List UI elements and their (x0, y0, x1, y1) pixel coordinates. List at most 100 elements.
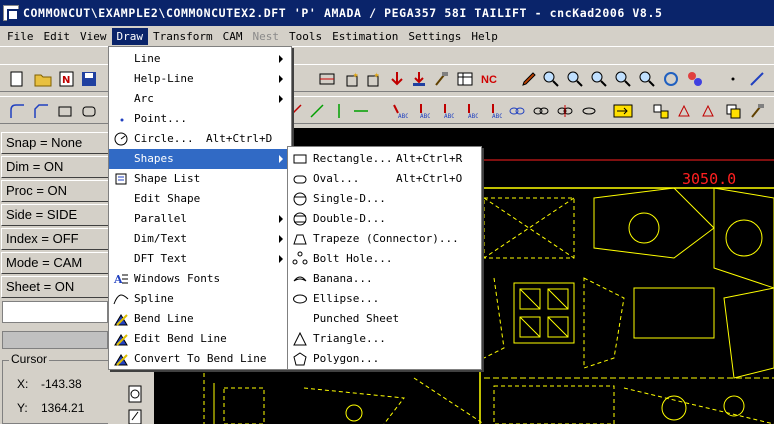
menu-item-shapes[interactable]: Shapes (109, 149, 291, 169)
menu-item-double-d[interactable]: Double-D... (288, 209, 481, 229)
table-icon[interactable] (456, 70, 474, 88)
chamfer-icon[interactable] (32, 102, 50, 120)
menu-item-parallel[interactable]: Parallel (109, 209, 291, 229)
menu-item-banana[interactable]: Banana... (288, 269, 481, 289)
pencil-icon[interactable] (520, 70, 538, 88)
zoom-in-icon[interactable] (542, 70, 560, 88)
menu-transform[interactable]: Transform (148, 28, 218, 45)
submenu-arrow-icon (279, 255, 283, 263)
rectangle-tool-icon[interactable] (56, 102, 74, 120)
menu-item-help-line[interactable]: Help-Line (109, 69, 291, 89)
menu-item-line[interactable]: Line (109, 49, 291, 69)
link-icon[interactable] (508, 102, 526, 120)
menu-item-shape-list[interactable]: Shape List (109, 169, 291, 189)
move-arrow-icon[interactable] (612, 102, 634, 120)
menu-cam[interactable]: CAM (218, 28, 248, 45)
menu-item-edit-bend-line[interactable]: Edit Bend Line (109, 329, 291, 349)
menu-item-polygon[interactable]: Polygon... (288, 349, 481, 369)
menu-item-dft-text[interactable]: DFT Text (109, 249, 291, 269)
menu-item-oval[interactable]: Oval... Alt+Ctrl+O (288, 169, 481, 189)
index-toggle[interactable]: Index = OFF (1, 228, 109, 250)
save-icon[interactable] (80, 70, 98, 88)
menu-item-rectangle[interactable]: Rectangle... Alt+Ctrl+R (288, 149, 481, 169)
menu-tools[interactable]: Tools (284, 28, 327, 45)
fillet-icon[interactable] (8, 102, 26, 120)
dot-icon[interactable] (724, 70, 742, 88)
shapes-submenu: Rectangle... Alt+Ctrl+R Oval... Alt+Ctrl… (287, 146, 482, 370)
snap-toggle[interactable]: Snap = None (1, 132, 109, 154)
layers-icon[interactable] (686, 70, 704, 88)
zoom-all-icon[interactable] (614, 70, 632, 88)
menu-item-convert-bend-line[interactable]: Convert To Bend Line (109, 349, 291, 369)
dimension-label: 3050.0 (682, 170, 736, 188)
chain-icon[interactable] (532, 102, 550, 120)
punch-tool-icon[interactable] (410, 70, 428, 88)
break-chain-icon[interactable] (556, 102, 574, 120)
menu-item-trapeze[interactable]: Trapeze (Connector)... (288, 229, 481, 249)
zoom-prev-icon[interactable] (638, 70, 656, 88)
menu-item-dim-text[interactable]: Dim/Text (109, 229, 291, 249)
rounded-rect-icon[interactable] (80, 102, 98, 120)
line-tool-icon[interactable] (748, 70, 766, 88)
triangle-icon (293, 331, 307, 346)
open-folder-icon[interactable] (34, 70, 52, 88)
abc-tool-3-icon[interactable]: ABC (436, 102, 454, 120)
arrow-tool-icon[interactable] (388, 70, 406, 88)
menu-settings[interactable]: Settings (403, 28, 466, 45)
sheet-toggle[interactable]: Sheet = ON (1, 276, 109, 298)
mirror-icon[interactable] (676, 102, 694, 120)
menu-file[interactable]: File (2, 28, 39, 45)
menu-item-triangle[interactable]: Triangle... (288, 329, 481, 349)
menu-item-dim-text-label: Dim/Text (134, 232, 187, 245)
copy-icon[interactable] (724, 102, 742, 120)
menu-edit[interactable]: Edit (39, 28, 76, 45)
menu-estimation[interactable]: Estimation (327, 28, 403, 45)
menu-view[interactable]: View (75, 28, 112, 45)
nc-icon[interactable]: NC (480, 70, 502, 88)
vertical-line-icon[interactable] (330, 102, 348, 120)
menu-item-bolt-hole[interactable]: Bolt Hole... (288, 249, 481, 269)
menu-item-ellipse[interactable]: Ellipse... (288, 289, 481, 309)
redraw-icon[interactable] (662, 70, 680, 88)
sparkle-tool-icon[interactable]: ✶ (366, 70, 384, 88)
tool-icon[interactable] (748, 102, 766, 120)
menu-help[interactable]: Help (466, 28, 503, 45)
menu-draw[interactable]: Draw (111, 27, 148, 45)
svg-text:N: N (62, 75, 70, 86)
menu-item-edit-shape[interactable]: Edit Shape (109, 189, 291, 209)
zoom-out-icon[interactable] (566, 70, 584, 88)
zoom-window-icon[interactable] (590, 70, 608, 88)
chain-arrow-icon[interactable] (580, 102, 598, 120)
side-toggle[interactable]: Side = SIDE (1, 204, 109, 226)
abc-tool-4-icon[interactable]: ABC (460, 102, 478, 120)
menu-item-windows-fonts[interactable]: A Windows Fonts (109, 269, 291, 289)
horizontal-line-icon[interactable] (352, 102, 370, 120)
menu-item-single-d[interactable]: Single-D... (288, 189, 481, 209)
menu-item-bend-line[interactable]: Bend Line (109, 309, 291, 329)
abc-tool-5-icon[interactable]: ABC (484, 102, 502, 120)
menu-item-arc[interactable]: Arc (109, 89, 291, 109)
dim-toggle[interactable]: Dim = ON (1, 156, 109, 178)
menu-item-point[interactable]: Point... (109, 109, 291, 129)
menu-nest[interactable]: Nest (247, 28, 284, 45)
align-icon[interactable] (652, 102, 670, 120)
abc-tool-1-icon[interactable]: ABC (390, 102, 408, 120)
menu-item-circle-shortcut: Alt+Ctrl+D (206, 132, 273, 145)
command-input[interactable] (2, 301, 108, 323)
new-file-icon[interactable] (8, 70, 26, 88)
star-tool-icon[interactable]: ✶ (344, 70, 362, 88)
edit-page-icon[interactable] (126, 408, 146, 424)
menu-item-spline[interactable]: Spline (109, 289, 291, 309)
zoom-page-icon[interactable] (126, 384, 146, 404)
hammer-icon[interactable] (432, 70, 450, 88)
menu-item-circle[interactable]: Circle... Alt+Ctrl+D (109, 129, 291, 149)
menu-item-line-label: Line (134, 52, 161, 65)
rotate-icon[interactable] (700, 102, 718, 120)
proc-toggle[interactable]: Proc = ON (1, 180, 109, 202)
grid-tool-icon[interactable] (318, 70, 336, 88)
new-n-icon[interactable]: N (58, 70, 76, 88)
menu-item-punched-sheet[interactable]: Punched Sheet (288, 309, 481, 329)
abc-tool-2-icon[interactable]: ABC (412, 102, 430, 120)
mode-toggle[interactable]: Mode = CAM (1, 252, 109, 274)
diag-line-icon[interactable] (308, 102, 326, 120)
